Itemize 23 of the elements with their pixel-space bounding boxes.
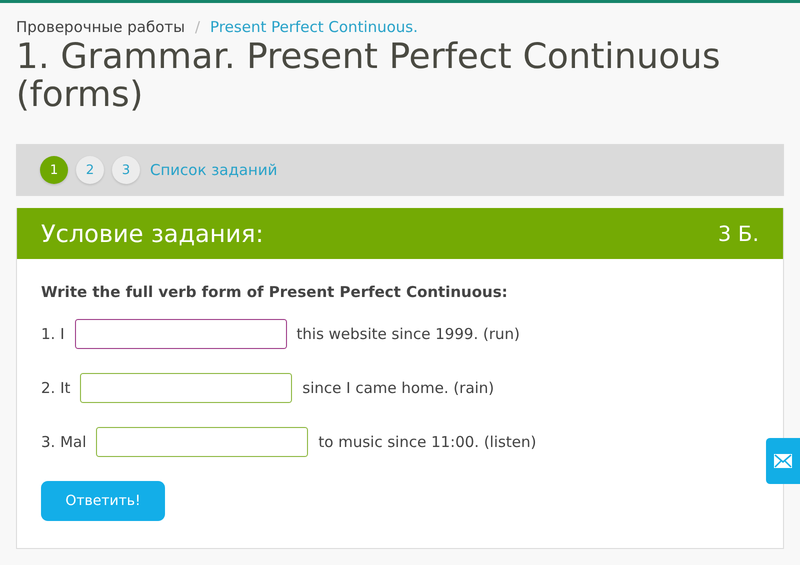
task-points: 3 Б. [718, 222, 759, 246]
task-instruction: Write the full verb form of Present Perfect Continuous: [41, 283, 509, 301]
step-button[interactable]: 3 [112, 156, 140, 184]
sentence-end: to music since 11:00. (listen) [318, 433, 536, 451]
step-button[interactable]: 1 [40, 156, 68, 184]
submit-button[interactable]: Ответить! [41, 481, 165, 521]
breadcrumb-separator: / [194, 18, 200, 36]
sentence-start: 2. It [41, 379, 70, 397]
task-list-link[interactable]: Список заданий [150, 161, 278, 179]
step-button[interactable]: 2 [76, 156, 104, 184]
answer-field[interactable] [74, 319, 287, 349]
breadcrumb-item[interactable]: Проверочные работы [16, 18, 185, 36]
sentence-end: this website since 1999. (run) [296, 325, 520, 343]
envelope-icon [774, 454, 792, 468]
sentence-start: 1. I [41, 325, 65, 343]
page-title: 1. Grammar. Present Perfect Continuous (forms) [16, 38, 722, 114]
answer-field[interactable] [80, 373, 292, 403]
sentence-end: since I came home. (rain) [302, 379, 494, 397]
feedback-tab[interactable] [766, 438, 800, 484]
sentence-start: 3. Mal [41, 433, 86, 451]
breadcrumb-link[interactable]: Present Perfect Continuous. [210, 18, 418, 36]
answer-field[interactable] [96, 427, 308, 457]
task-header-title: Условие задания: [41, 220, 264, 248]
